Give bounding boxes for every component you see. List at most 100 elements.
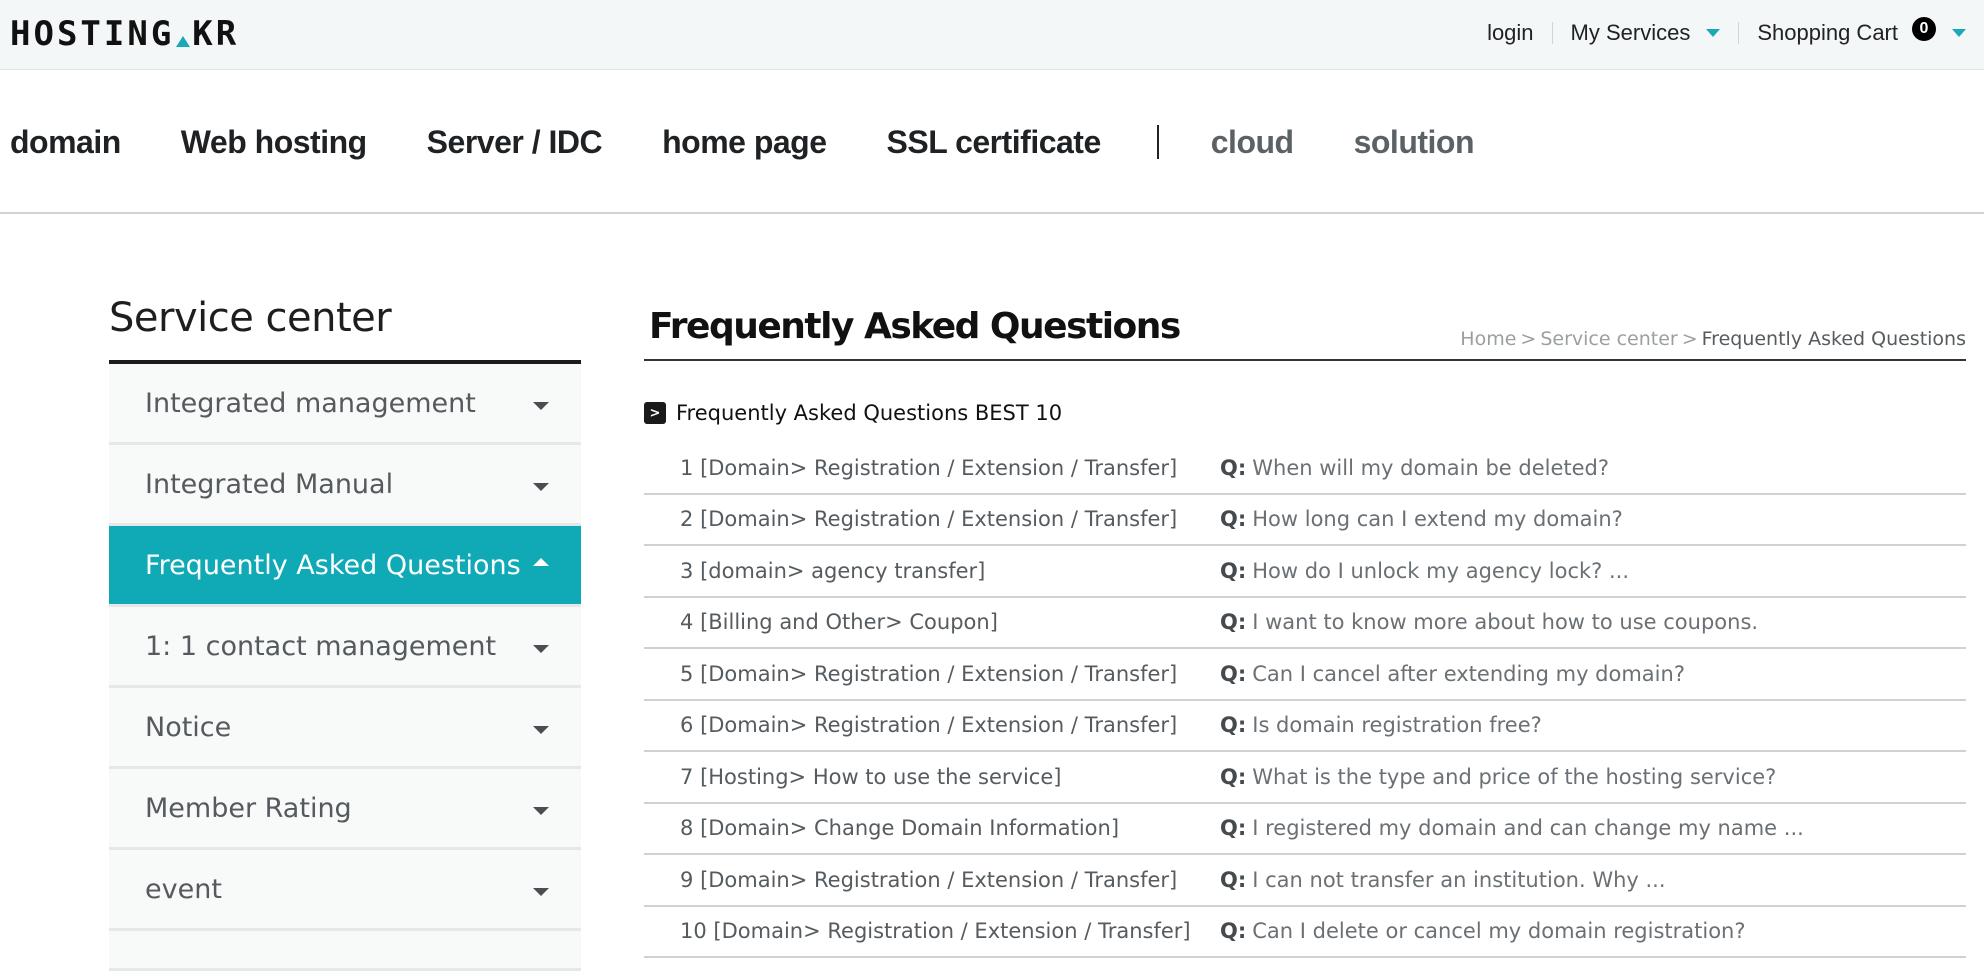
faq-question-text: Is domain registration free?: [1252, 713, 1542, 738]
caret-down-icon: [533, 483, 549, 491]
faq-question[interactable]: Q: Can I cancel after extending my domain…: [1220, 662, 1685, 686]
main-content: Frequently Asked Questions Home > Servic…: [644, 300, 1966, 958]
breadcrumb-service-center[interactable]: Service center: [1540, 328, 1677, 350]
sidebar-item-label: Frequently Asked Questions: [145, 549, 521, 581]
nav-item-server-idc[interactable]: Server / IDC: [427, 124, 603, 161]
faq-row[interactable]: 4 [Billing and Other> Coupon] Q: I want t…: [644, 598, 1966, 649]
utility-menu: login My Services Shopping Cart 0: [1487, 0, 1966, 66]
caret-down-icon: [533, 402, 549, 410]
caret-up-icon: [533, 558, 549, 566]
faq-question[interactable]: Q: I registered my domain and can change …: [1220, 816, 1804, 840]
faq-row[interactable]: 5 [Domain> Registration / Extension / Tr…: [644, 649, 1966, 701]
faq-question-text: I can not transfer an institution. Why .…: [1252, 867, 1666, 892]
nav-item-solution[interactable]: solution: [1354, 124, 1475, 161]
caret-down-icon: [533, 888, 549, 896]
faq-row[interactable]: 8 [Domain> Change Domain Information] Q:…: [644, 804, 1966, 855]
faq-question-text: How long can I extend my domain?: [1252, 507, 1623, 532]
faq-category: 3 [domain> agency transfer]: [644, 559, 1220, 583]
site-logo[interactable]: HOSTING KR: [10, 14, 240, 54]
sidebar-title: Service center: [109, 295, 392, 341]
sidebar-item-integrated-management[interactable]: Integrated management: [109, 364, 581, 445]
faq-category: 2 [Domain> Registration / Extension / Tr…: [644, 507, 1220, 531]
faq-question[interactable]: Q: I can not transfer an institution. Why…: [1220, 868, 1666, 892]
logo-text-right: KR: [192, 14, 240, 54]
faq-row[interactable]: 6 [Domain> Registration / Extension / Tr…: [644, 701, 1966, 752]
q-prefix: Q:: [1220, 558, 1247, 583]
faq-question[interactable]: Q: How do I unlock my agency lock? ...: [1220, 559, 1629, 583]
q-prefix: Q:: [1220, 455, 1247, 480]
q-prefix: Q:: [1220, 919, 1247, 944]
faq-question-text: I want to know more about how to use cou…: [1252, 610, 1759, 635]
breadcrumb: Home > Service center > Frequently Asked…: [1460, 328, 1966, 350]
sidebar-item-label: Integrated management: [145, 387, 476, 419]
faq-question[interactable]: Q: Is domain registration free?: [1220, 713, 1542, 737]
faq-number: 6: [680, 713, 694, 738]
sidebar-item-faq[interactable]: Frequently Asked Questions: [109, 526, 581, 607]
q-prefix: Q:: [1220, 867, 1247, 892]
nav-item-domain[interactable]: domain: [10, 124, 121, 161]
caret-down-icon: [1706, 29, 1721, 37]
faq-question-text: What is the type and price of the hostin…: [1252, 764, 1777, 789]
cart-count-badge: 0: [1912, 17, 1936, 41]
faq-number: 5: [680, 661, 694, 686]
breadcrumb-home[interactable]: Home: [1460, 328, 1516, 350]
nav-item-home-page[interactable]: home page: [662, 124, 827, 161]
my-services-menu[interactable]: My Services: [1571, 20, 1721, 46]
faq-category-label: [Domain> Registration / Extension / Tran…: [700, 455, 1178, 480]
q-prefix: Q:: [1220, 661, 1247, 686]
sidebar-item-notice[interactable]: Notice: [109, 688, 581, 769]
nav-item-ssl-certificate[interactable]: SSL certificate: [887, 124, 1102, 161]
utility-divider: [1738, 22, 1740, 44]
faq-number: 4: [680, 610, 694, 635]
faq-category: 7 [Hosting> How to use the service]: [644, 765, 1220, 789]
caret-down-icon: [533, 807, 549, 815]
faq-question[interactable]: Q: When will my domain be deleted?: [1220, 456, 1609, 480]
sidebar-item-member-rating[interactable]: Member Rating: [109, 769, 581, 850]
faq-row[interactable]: 10 [Domain> Registration / Extension / T…: [644, 907, 1966, 958]
faq-category-label: [Domain> Change Domain Information]: [700, 816, 1120, 841]
faq-category: 10 [Domain> Registration / Extension / T…: [644, 919, 1220, 943]
faq-question[interactable]: Q: How long can I extend my domain?: [1220, 507, 1623, 531]
faq-row[interactable]: 1 [Domain> Registration / Extension / Tr…: [644, 443, 1966, 495]
caret-down-icon: [533, 726, 549, 734]
sidebar-item-label: Integrated Manual: [145, 468, 394, 500]
logo-triangle-icon: [176, 35, 191, 47]
chevron-right-box-icon: >: [644, 402, 666, 424]
faq-question-text: Can I cancel after extending my domain?: [1252, 661, 1685, 686]
sidebar-item-contact-management[interactable]: 1: 1 contact management: [109, 607, 581, 688]
nav-item-web-hosting[interactable]: Web hosting: [181, 124, 367, 161]
sidebar-item-event[interactable]: event: [109, 850, 581, 931]
faq-question[interactable]: Q: Can I delete or cancel my domain regis…: [1220, 919, 1746, 943]
breadcrumb-separator-icon: >: [1520, 328, 1537, 350]
faq-category: 9 [Domain> Registration / Extension / Tr…: [644, 868, 1220, 892]
shopping-cart-menu[interactable]: Shopping Cart 0: [1757, 17, 1966, 46]
faq-question[interactable]: Q: What is the type and price of the host…: [1220, 765, 1776, 789]
best10-heading: > Frequently Asked Questions BEST 10: [644, 399, 1966, 427]
page-title: Frequently Asked Questions: [649, 306, 1181, 347]
faq-question-text: Can I delete or cancel my domain registr…: [1252, 919, 1746, 944]
sidebar-item-integrated-manual[interactable]: Integrated Manual: [109, 445, 581, 526]
login-link[interactable]: login: [1487, 20, 1533, 46]
sidebar-item-label: Notice: [145, 711, 232, 743]
caret-down-icon: [533, 645, 549, 653]
faq-row[interactable]: 7 [Hosting> How to use the service] Q: Wh…: [644, 752, 1966, 804]
breadcrumb-current: Frequently Asked Questions: [1701, 328, 1966, 350]
faq-category: 1 [Domain> Registration / Extension / Tr…: [644, 456, 1220, 480]
sidebar-item-partial[interactable]: [109, 931, 581, 971]
q-prefix: Q:: [1220, 610, 1247, 635]
faq-number: 7: [680, 764, 694, 789]
faq-category-label: [Domain> Registration / Extension / Tran…: [700, 713, 1178, 738]
breadcrumb-separator-icon: >: [1681, 328, 1698, 350]
faq-question[interactable]: Q: I want to know more about how to use c…: [1220, 610, 1758, 634]
content-header: Frequently Asked Questions Home > Servic…: [644, 300, 1966, 361]
best10-heading-label: Frequently Asked Questions BEST 10: [676, 401, 1063, 425]
faq-row[interactable]: 9 [Domain> Registration / Extension / Tr…: [644, 855, 1966, 907]
faq-question-text: When will my domain be deleted?: [1252, 455, 1610, 480]
faq-category-label: [Domain> Registration / Extension / Tran…: [700, 867, 1178, 892]
nav-item-cloud[interactable]: cloud: [1211, 124, 1294, 161]
faq-row[interactable]: 2 [Domain> Registration / Extension / Tr…: [644, 495, 1966, 546]
sidebar-item-label: Member Rating: [145, 792, 352, 824]
faq-row[interactable]: 3 [domain> agency transfer] Q: How do I u…: [644, 546, 1966, 598]
faq-question-text: How do I unlock my agency lock? ...: [1252, 558, 1630, 583]
q-prefix: Q:: [1220, 764, 1247, 789]
